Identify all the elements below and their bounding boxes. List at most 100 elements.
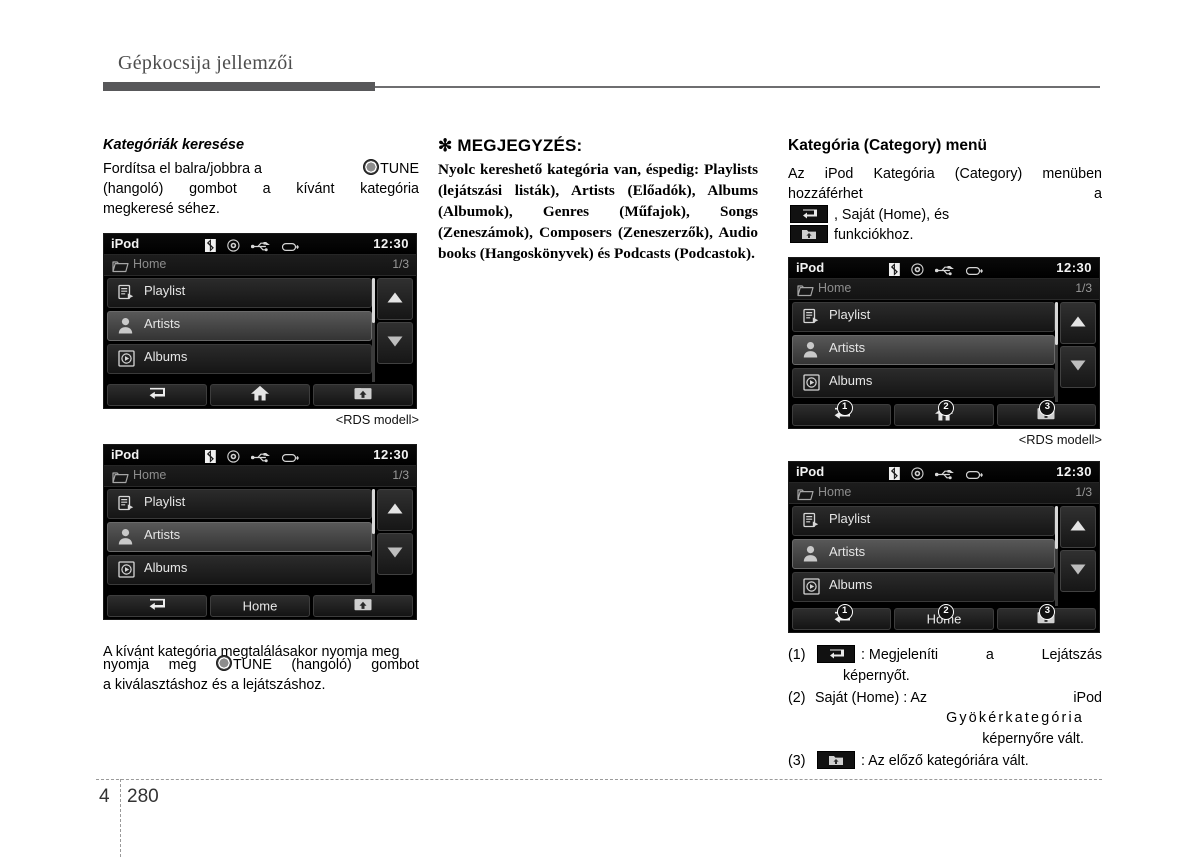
intro-line-3: funkciókhoz. — [833, 226, 914, 243]
list-item-label: Albums — [144, 560, 188, 576]
paragraph-category-intro: Az iPod Kategória (Category) menüben hoz… — [788, 164, 1102, 245]
back-button[interactable] — [107, 384, 207, 407]
device-status-icons — [888, 465, 984, 484]
callout-badge-1: 1 — [836, 604, 853, 621]
album-icon — [118, 561, 135, 582]
scrollbar-thumb[interactable] — [372, 489, 375, 534]
intro-line-2: , Saját (Home), és — [833, 206, 950, 223]
arrow-up-icon — [386, 501, 405, 520]
home-button-label: Home — [242, 598, 278, 614]
device-status-bar: iPod 12:30 — [789, 258, 1099, 280]
para1-line1-text: Fordítsa el balra/jobbra a — [103, 160, 262, 177]
list-item[interactable]: Albums — [107, 344, 372, 375]
bluetooth-icon — [204, 448, 216, 467]
page-header-title: Gépkocsija jellemzői — [118, 52, 294, 74]
callout-badge-2: 2 — [938, 400, 954, 417]
album-icon — [118, 350, 135, 371]
device-status-bar: iPod 12:30 — [104, 234, 416, 256]
list-item[interactable]: Albums — [107, 555, 372, 586]
ipod-screen-rds-numbered[interactable]: iPod 12:30 Home 1/3 Playlist Artists Albums 1 2 3 — [788, 257, 1100, 430]
list-item[interactable]: Playlist — [792, 506, 1055, 537]
folder-up-icon — [354, 386, 373, 405]
scrollbar-thumb[interactable] — [1055, 302, 1058, 345]
item-body-2: Saját (Home) : Az iPod Gyökérkategória k… — [815, 688, 1102, 750]
device-button-bar — [104, 382, 416, 409]
list-item[interactable]: Artists — [792, 335, 1055, 366]
list-item[interactable]: Albums — [792, 368, 1055, 399]
header-rule-thin — [375, 86, 1100, 88]
scroll-up-button[interactable] — [1060, 506, 1096, 549]
ipod-screen-text-home-numbered[interactable]: iPod 12:30 Home 1/3 Playlist Artists Albums Hom… — [788, 461, 1100, 634]
scroll-down-button[interactable] — [377, 533, 413, 576]
page-indicator: 1/3 — [1075, 281, 1092, 296]
button-explanation-list: (1) : Megjeleníti a Lejátszás képernyőt. — [788, 645, 1102, 771]
device-clock: 12:30 — [1056, 464, 1092, 480]
back-icon — [145, 597, 169, 616]
disc-icon — [911, 261, 924, 280]
back-icon — [790, 204, 828, 223]
para1-line2: (hangoló) gombot a kívánt kategória — [103, 180, 419, 197]
para2-line3: a kiválasztáshoz és a lejátszáshoz. — [103, 677, 326, 694]
scroll-up-button[interactable] — [377, 489, 413, 532]
scrollbar-thumb[interactable] — [372, 278, 375, 323]
column-middle: ✻ MEGJEGYZÉS: Nyolc kereshető kategória … — [438, 136, 758, 265]
device-breadcrumb: Home 1/3 — [104, 466, 416, 488]
item2-text-c: Gyökérkategória — [946, 710, 1084, 727]
list-item: (1) : Megjeleníti a Lejátszás képernyőt. — [788, 645, 1102, 686]
folder-up-button[interactable] — [313, 595, 413, 618]
scroll-up-button[interactable] — [1060, 302, 1096, 345]
list-item[interactable]: Artists — [107, 522, 372, 553]
arrow-down-icon — [386, 545, 405, 564]
paragraph-press-knob-rest: nyomja meg TUNE (hangoló) gombot a kivál… — [103, 655, 419, 696]
scrollbar[interactable] — [372, 278, 375, 385]
usb-icon — [934, 465, 955, 484]
scroll-down-button[interactable] — [377, 322, 413, 365]
list-item[interactable]: Playlist — [107, 489, 372, 520]
bluetooth-icon — [888, 465, 900, 484]
breadcrumb-label: Home — [133, 468, 167, 483]
device-status-icons — [888, 261, 984, 280]
device-status-bar: iPod 12:30 — [789, 462, 1099, 484]
device-list-area: Playlist Artists Albums — [104, 276, 416, 386]
person-icon — [118, 528, 133, 549]
usb-icon — [250, 237, 271, 256]
arrow-up-icon — [1069, 518, 1088, 537]
person-icon — [803, 545, 818, 566]
usb-icon — [934, 261, 955, 280]
album-icon — [803, 578, 820, 599]
list-item[interactable]: Artists — [792, 539, 1055, 570]
item2-text-b: iPod — [1073, 689, 1102, 706]
list-item[interactable]: Playlist — [792, 302, 1055, 333]
breadcrumb-label: Home — [133, 257, 167, 272]
ipod-screen-text-home[interactable]: iPod 12:30 Home 1/3 Playlist Artists Albums Hom… — [103, 444, 417, 621]
folder-breadcrumb-icon — [797, 486, 814, 505]
scrollbar[interactable] — [1055, 506, 1058, 609]
folder-up-button[interactable] — [313, 384, 413, 407]
note-heading-label: MEGJEGYZÉS: — [457, 136, 583, 155]
scroll-up-button[interactable] — [377, 278, 413, 321]
scrollbar-thumb[interactable] — [1055, 506, 1058, 549]
ipod-screen-rds[interactable]: iPod 12:30 Home 1/3 Playlist Artists Albums — [103, 233, 417, 410]
scroll-down-button[interactable] — [1060, 550, 1096, 593]
back-button[interactable] — [107, 595, 207, 618]
device-source-label: iPod — [111, 447, 140, 463]
list-item-label: Artists — [829, 340, 866, 356]
list-item[interactable]: Albums — [792, 572, 1055, 603]
page-indicator: 1/3 — [392, 257, 409, 272]
list-item[interactable]: Playlist — [107, 278, 372, 309]
home-button[interactable]: Home — [210, 595, 310, 618]
item3-text: : Az előző kategóriára vált. — [860, 752, 1029, 769]
arrow-down-icon — [386, 334, 405, 353]
scrollbar[interactable] — [372, 489, 375, 596]
home-icon — [250, 385, 270, 406]
device-list-area: Playlist Artists Albums — [789, 504, 1099, 610]
item-body-1: : Megjeleníti a Lejátszás képernyőt. — [815, 645, 1102, 686]
list-item[interactable]: Artists — [107, 311, 372, 342]
folder-up-button[interactable] — [210, 384, 310, 407]
header-rule-thick — [103, 82, 375, 91]
device-breadcrumb: Home 1/3 — [789, 279, 1099, 301]
list-item-label: Albums — [144, 349, 188, 365]
scroll-down-button[interactable] — [1060, 346, 1096, 389]
scrollbar[interactable] — [1055, 302, 1058, 405]
tune-knob-icon — [215, 655, 232, 671]
